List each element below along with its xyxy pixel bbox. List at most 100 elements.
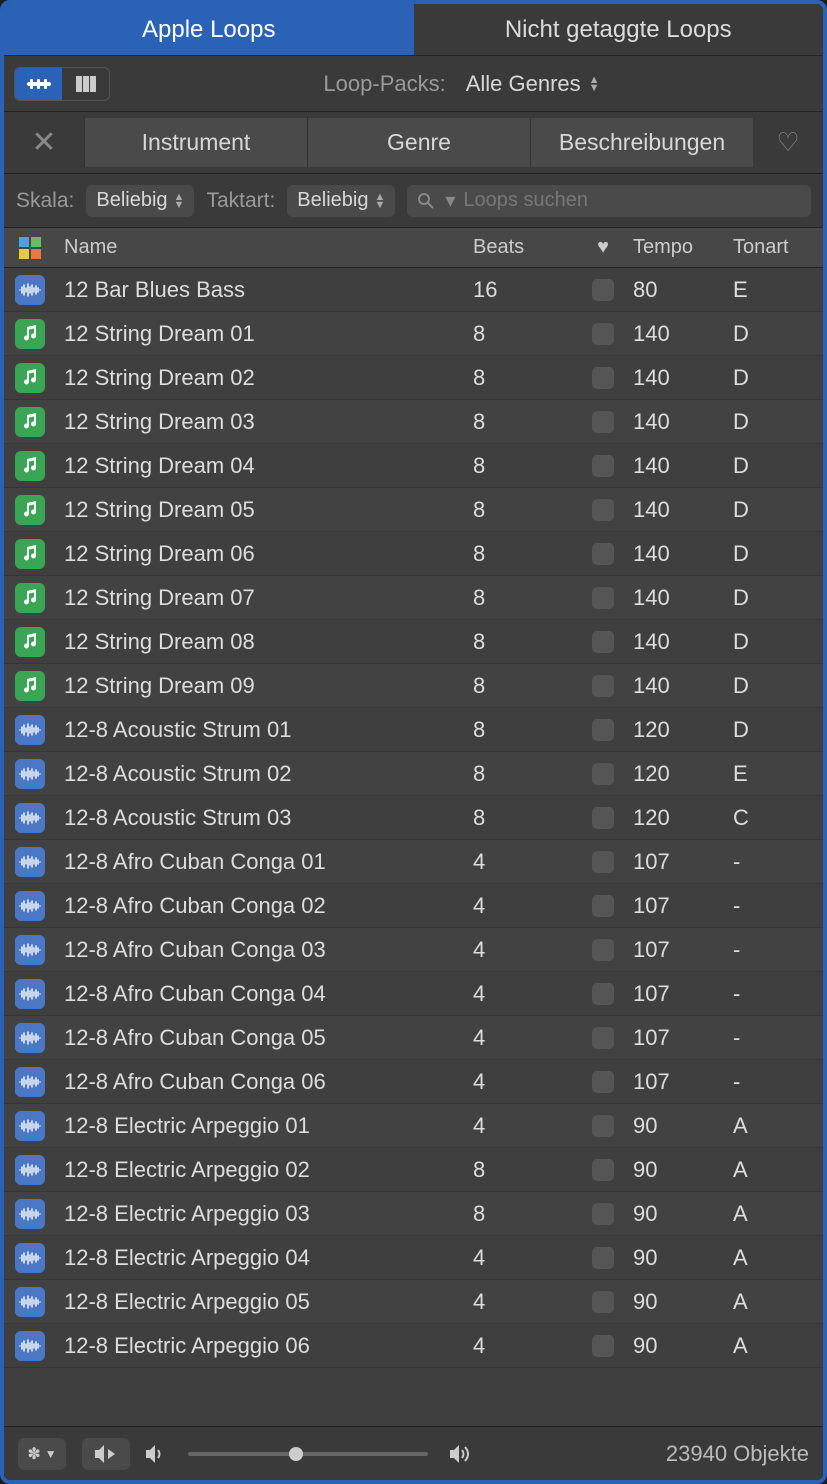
- favorite-checkbox[interactable]: [592, 895, 614, 917]
- loop-type-column-header[interactable]: [4, 237, 56, 259]
- favorite-checkbox[interactable]: [592, 1335, 614, 1357]
- search-input[interactable]: ▾ Loops suchen: [407, 185, 811, 217]
- table-row[interactable]: 12-8 Afro Cuban Conga 064107-: [4, 1060, 823, 1104]
- loop-packs-select[interactable]: Alle Genres ▲▼: [456, 67, 610, 101]
- favorite-checkbox[interactable]: [592, 1071, 614, 1093]
- loop-list[interactable]: 12 Bar Blues Bass1680E12 String Dream 01…: [4, 268, 823, 1426]
- favorite-cell[interactable]: [573, 763, 633, 785]
- table-row[interactable]: 12-8 Afro Cuban Conga 054107-: [4, 1016, 823, 1060]
- table-row[interactable]: 12 Bar Blues Bass1680E: [4, 268, 823, 312]
- favorite-checkbox[interactable]: [592, 1115, 614, 1137]
- table-row[interactable]: 12 String Dream 088140D: [4, 620, 823, 664]
- favorite-cell[interactable]: [573, 323, 633, 345]
- favorite-cell[interactable]: [573, 367, 633, 389]
- clear-filters-button[interactable]: ✕: [4, 118, 84, 167]
- category-descriptions[interactable]: Beschreibungen: [530, 118, 753, 167]
- favorite-checkbox[interactable]: [592, 763, 614, 785]
- table-row[interactable]: 12 String Dream 028140D: [4, 356, 823, 400]
- favorite-checkbox[interactable]: [592, 631, 614, 653]
- favorite-checkbox[interactable]: [592, 499, 614, 521]
- favorite-checkbox[interactable]: [592, 807, 614, 829]
- favorite-cell[interactable]: [573, 543, 633, 565]
- favorites-filter-button[interactable]: ♡: [753, 118, 823, 167]
- table-row[interactable]: 12 String Dream 098140D: [4, 664, 823, 708]
- column-view-button[interactable]: [62, 68, 109, 100]
- table-row[interactable]: 12 String Dream 078140D: [4, 576, 823, 620]
- table-row[interactable]: 12-8 Afro Cuban Conga 014107-: [4, 840, 823, 884]
- table-row[interactable]: 12 String Dream 018140D: [4, 312, 823, 356]
- favorite-checkbox[interactable]: [592, 367, 614, 389]
- favorite-checkbox[interactable]: [592, 851, 614, 873]
- category-genre[interactable]: Genre: [307, 118, 530, 167]
- favorite-checkbox[interactable]: [592, 455, 614, 477]
- favorite-checkbox[interactable]: [592, 1203, 614, 1225]
- favorite-checkbox[interactable]: [592, 543, 614, 565]
- table-row[interactable]: 12 String Dream 038140D: [4, 400, 823, 444]
- table-row[interactable]: 12-8 Acoustic Strum 028120E: [4, 752, 823, 796]
- table-row[interactable]: 12-8 Electric Arpeggio 02890A: [4, 1148, 823, 1192]
- favorite-cell[interactable]: [573, 631, 633, 653]
- favorite-cell[interactable]: [573, 1203, 633, 1225]
- favorite-cell[interactable]: [573, 1159, 633, 1181]
- preview-play-button[interactable]: [82, 1438, 130, 1470]
- table-row[interactable]: 12 String Dream 058140D: [4, 488, 823, 532]
- table-row[interactable]: 12-8 Electric Arpeggio 03890A: [4, 1192, 823, 1236]
- table-row[interactable]: 12-8 Acoustic Strum 018120D: [4, 708, 823, 752]
- beats-column-header[interactable]: Beats: [473, 236, 573, 259]
- favorite-cell[interactable]: [573, 675, 633, 697]
- favorite-cell[interactable]: [573, 939, 633, 961]
- table-row[interactable]: 12-8 Electric Arpeggio 01490A: [4, 1104, 823, 1148]
- table-row[interactable]: 12-8 Electric Arpeggio 04490A: [4, 1236, 823, 1280]
- favorite-cell[interactable]: [573, 1115, 633, 1137]
- table-row[interactable]: 12-8 Acoustic Strum 038120C: [4, 796, 823, 840]
- favorite-checkbox[interactable]: [592, 279, 614, 301]
- favorite-checkbox[interactable]: [592, 983, 614, 1005]
- favorite-checkbox[interactable]: [592, 1291, 614, 1313]
- key-column-header[interactable]: Tonart: [733, 236, 823, 259]
- tab-apple-loops[interactable]: Apple Loops: [4, 4, 414, 56]
- favorite-column-header[interactable]: ♥: [573, 236, 633, 259]
- favorite-checkbox[interactable]: [592, 939, 614, 961]
- favorite-checkbox[interactable]: [592, 675, 614, 697]
- favorite-checkbox[interactable]: [592, 587, 614, 609]
- favorite-cell[interactable]: [573, 411, 633, 433]
- name-column-header[interactable]: Name: [56, 236, 473, 259]
- favorite-cell[interactable]: [573, 1071, 633, 1093]
- favorite-cell[interactable]: [573, 587, 633, 609]
- action-menu-button[interactable]: ✽ ▼: [18, 1438, 66, 1470]
- scale-select[interactable]: Beliebig ▲▼: [86, 185, 194, 217]
- category-instrument[interactable]: Instrument: [84, 118, 307, 167]
- favorite-checkbox[interactable]: [592, 1159, 614, 1181]
- table-row[interactable]: 12-8 Afro Cuban Conga 044107-: [4, 972, 823, 1016]
- favorite-checkbox[interactable]: [592, 1247, 614, 1269]
- table-row[interactable]: 12 String Dream 048140D: [4, 444, 823, 488]
- favorite-cell[interactable]: [573, 1335, 633, 1357]
- favorite-cell[interactable]: [573, 279, 633, 301]
- tempo-column-header[interactable]: Tempo: [633, 236, 733, 259]
- button-view-button[interactable]: [15, 68, 62, 100]
- favorite-cell[interactable]: [573, 719, 633, 741]
- favorite-checkbox[interactable]: [592, 323, 614, 345]
- tab-untagged-loops[interactable]: Nicht getaggte Loops: [414, 4, 824, 56]
- favorite-checkbox[interactable]: [592, 1027, 614, 1049]
- table-row[interactable]: 12 String Dream 068140D: [4, 532, 823, 576]
- favorite-cell[interactable]: [573, 1247, 633, 1269]
- table-row[interactable]: 12-8 Afro Cuban Conga 024107-: [4, 884, 823, 928]
- time-signature-select[interactable]: Beliebig ▲▼: [287, 185, 395, 217]
- favorite-cell[interactable]: [573, 455, 633, 477]
- table-row[interactable]: 12-8 Electric Arpeggio 05490A: [4, 1280, 823, 1324]
- favorite-cell[interactable]: [573, 851, 633, 873]
- loop-tempo: 140: [633, 365, 733, 391]
- favorite-cell[interactable]: [573, 983, 633, 1005]
- volume-slider[interactable]: [188, 1452, 428, 1456]
- favorite-checkbox[interactable]: [592, 411, 614, 433]
- favorite-cell[interactable]: [573, 895, 633, 917]
- favorite-checkbox[interactable]: [592, 719, 614, 741]
- volume-thumb[interactable]: [289, 1447, 303, 1461]
- favorite-cell[interactable]: [573, 1291, 633, 1313]
- table-row[interactable]: 12-8 Electric Arpeggio 06490A: [4, 1324, 823, 1368]
- favorite-cell[interactable]: [573, 807, 633, 829]
- favorite-cell[interactable]: [573, 499, 633, 521]
- favorite-cell[interactable]: [573, 1027, 633, 1049]
- table-row[interactable]: 12-8 Afro Cuban Conga 034107-: [4, 928, 823, 972]
